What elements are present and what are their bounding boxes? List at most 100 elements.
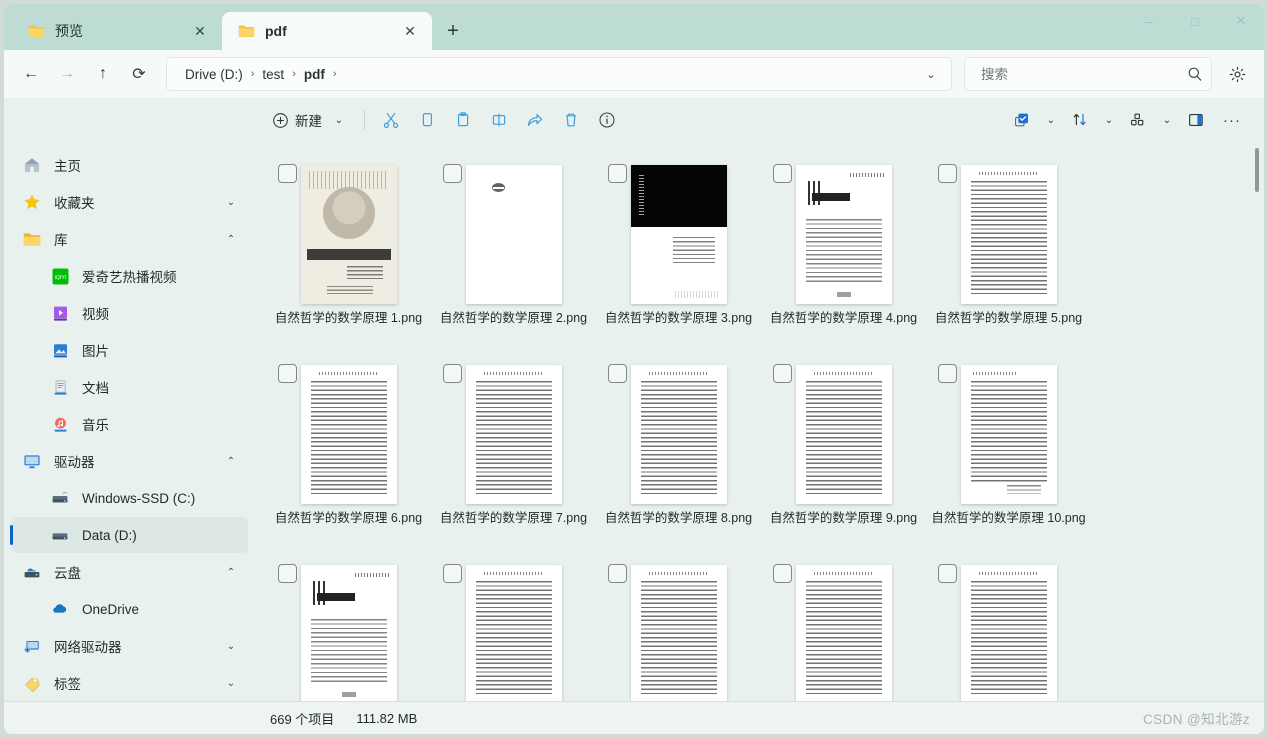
chevron-down-icon[interactable]: ⌄ xyxy=(1156,105,1178,135)
sidebar-item-cloud-drive[interactable]: 云盘 ⌃ xyxy=(12,554,248,590)
vertical-scrollbar[interactable] xyxy=(1253,148,1261,697)
file-checkbox[interactable] xyxy=(443,364,462,383)
chevron-down-icon[interactable]: ⌄ xyxy=(1040,105,1062,135)
file-item[interactable]: 自然哲学的数学原理 6.png xyxy=(266,356,431,556)
more-icon[interactable]: ··· xyxy=(1214,105,1250,135)
file-item[interactable]: 自然哲学的数学原理 12.png xyxy=(431,556,596,701)
new-tab-button[interactable]: + xyxy=(438,16,468,46)
file-item[interactable]: 自然哲学的数学原理 4.png xyxy=(761,156,926,356)
file-item[interactable]: 自然哲学的数学原理 3.png xyxy=(596,156,761,356)
chevron-down-icon[interactable]: ⌄ xyxy=(1098,105,1120,135)
scrollbar-thumb[interactable] xyxy=(1255,148,1259,192)
cut-icon[interactable] xyxy=(373,105,409,135)
sidebar-item-network-drive[interactable]: 网络驱动器 ⌄ xyxy=(12,628,248,664)
cloud-drive-icon xyxy=(22,562,42,582)
file-item[interactable]: 自然哲学的数学原理 9.png xyxy=(761,356,926,556)
chevron-down-icon[interactable]: ⌄ xyxy=(328,105,350,135)
breadcrumb-item-test[interactable]: test xyxy=(258,65,288,84)
breadcrumb-item-drive[interactable]: Drive (D:) xyxy=(181,65,247,84)
details-pane-icon[interactable] xyxy=(1178,105,1214,135)
refresh-button[interactable]: ⟳ xyxy=(122,57,156,91)
file-item[interactable] xyxy=(761,556,926,701)
chevron-up-icon[interactable]: ⌃ xyxy=(220,228,242,250)
chevron-up-icon[interactable]: ⌃ xyxy=(220,450,242,472)
view-icon[interactable] xyxy=(1120,105,1156,135)
sidebar-item-home[interactable]: 主页 xyxy=(12,147,248,183)
search-input[interactable] xyxy=(979,66,1187,83)
gear-icon[interactable] xyxy=(1220,57,1254,91)
rename-icon[interactable] xyxy=(481,105,517,135)
select-group[interactable]: ⌄ xyxy=(1004,105,1062,135)
search-icon[interactable] xyxy=(1187,66,1203,82)
chevron-down-icon[interactable]: ⌄ xyxy=(220,672,242,694)
sort-group[interactable]: ⌄ xyxy=(1062,105,1120,135)
file-name-label: 自然哲学的数学原理 5.png xyxy=(926,308,1091,327)
file-checkbox[interactable] xyxy=(938,564,957,583)
up-button[interactable]: ↑ xyxy=(86,57,120,91)
tab-pdf[interactable]: pdf ✕ xyxy=(222,12,432,50)
back-button[interactable]: ← xyxy=(14,57,48,91)
chevron-down-icon[interactable]: ⌄ xyxy=(220,635,242,657)
share-icon[interactable] xyxy=(517,105,553,135)
sidebar-item-favorites[interactable]: 收藏夹 ⌄ xyxy=(12,184,248,220)
star-icon xyxy=(22,192,42,212)
file-checkbox[interactable] xyxy=(938,364,957,383)
file-item[interactable]: 自然哲学的数学原理 1.png xyxy=(266,156,431,356)
file-item[interactable]: 自然哲学的数学原理 8.png xyxy=(596,356,761,556)
file-checkbox[interactable] xyxy=(278,164,297,183)
file-checkbox[interactable] xyxy=(443,564,462,583)
sort-icon[interactable] xyxy=(1062,105,1098,135)
file-checkbox[interactable] xyxy=(278,364,297,383)
file-list-pane[interactable]: 自然哲学的数学原理 1.png自然哲学的数学原理 2.png自然哲学的数学原理 … xyxy=(256,142,1264,701)
chevron-down-icon[interactable]: ⌄ xyxy=(220,191,242,213)
file-item[interactable] xyxy=(926,556,1091,701)
new-button[interactable]: 新建 ⌄ xyxy=(268,105,356,135)
sidebar-item-tags[interactable]: 标签 ⌄ xyxy=(12,665,248,701)
tab-preview[interactable]: 预览 ✕ xyxy=(12,12,222,50)
select-icon[interactable] xyxy=(1004,105,1040,135)
search-box[interactable] xyxy=(964,57,1212,91)
sidebar-item-iqiyi[interactable]: iQIYI 爱奇艺热播视频 xyxy=(12,258,248,294)
file-item[interactable]: 自然哲学的数学原理 7.png xyxy=(431,356,596,556)
sidebar-item-drives[interactable]: 驱动器 ⌃ xyxy=(12,443,248,479)
delete-icon[interactable] xyxy=(553,105,589,135)
chevron-down-icon[interactable]: ⌄ xyxy=(917,60,945,88)
chevron-up-icon[interactable]: ⌃ xyxy=(220,561,242,583)
file-item[interactable]: 自然哲学的数学原理 2.png xyxy=(431,156,596,356)
close-icon[interactable]: ✕ xyxy=(398,19,422,43)
paste-icon[interactable] xyxy=(445,105,481,135)
file-checkbox[interactable] xyxy=(608,364,627,383)
close-icon[interactable]: ✕ xyxy=(188,19,212,43)
sidebar-item-videos[interactable]: 视频 xyxy=(12,295,248,331)
file-item[interactable]: 自然哲学的数学原理 11.png xyxy=(266,556,431,701)
file-checkbox[interactable] xyxy=(773,564,792,583)
sidebar-item-windows-ssd[interactable]: Windows-SSD (C:) xyxy=(12,480,248,516)
view-group[interactable]: ⌄ xyxy=(1120,105,1178,135)
sidebar-item-music[interactable]: 音乐 xyxy=(12,406,248,442)
file-checkbox[interactable] xyxy=(938,164,957,183)
file-item[interactable]: 自然哲学的数学原理 5.png xyxy=(926,156,1091,356)
sidebar-item-library[interactable]: 库 ⌃ xyxy=(12,221,248,257)
properties-icon[interactable] xyxy=(589,105,625,135)
file-checkbox[interactable] xyxy=(443,164,462,183)
sidebar-item-onedrive[interactable]: OneDrive xyxy=(12,591,248,627)
file-checkbox[interactable] xyxy=(608,564,627,583)
file-checkbox[interactable] xyxy=(278,564,297,583)
sidebar-item-documents[interactable]: 文档 xyxy=(12,369,248,405)
file-checkbox[interactable] xyxy=(773,364,792,383)
file-item[interactable] xyxy=(596,556,761,701)
file-checkbox[interactable] xyxy=(773,164,792,183)
forward-button[interactable]: → xyxy=(50,57,84,91)
thumbnail-image xyxy=(796,365,892,504)
folder-icon xyxy=(28,24,45,38)
maximize-button[interactable]: □ xyxy=(1172,4,1218,38)
sidebar-item-data-d[interactable]: Data (D:) xyxy=(12,517,248,553)
breadcrumb-bar[interactable]: Drive (D:) › test › pdf › ⌄ xyxy=(166,57,952,91)
breadcrumb-item-pdf[interactable]: pdf xyxy=(300,65,329,84)
file-item[interactable]: 自然哲学的数学原理 10.png xyxy=(926,356,1091,556)
minimize-button[interactable]: – xyxy=(1126,4,1172,38)
copy-icon[interactable] xyxy=(409,105,445,135)
close-window-button[interactable]: ✕ xyxy=(1218,4,1264,38)
file-checkbox[interactable] xyxy=(608,164,627,183)
sidebar-item-pictures[interactable]: 图片 xyxy=(12,332,248,368)
